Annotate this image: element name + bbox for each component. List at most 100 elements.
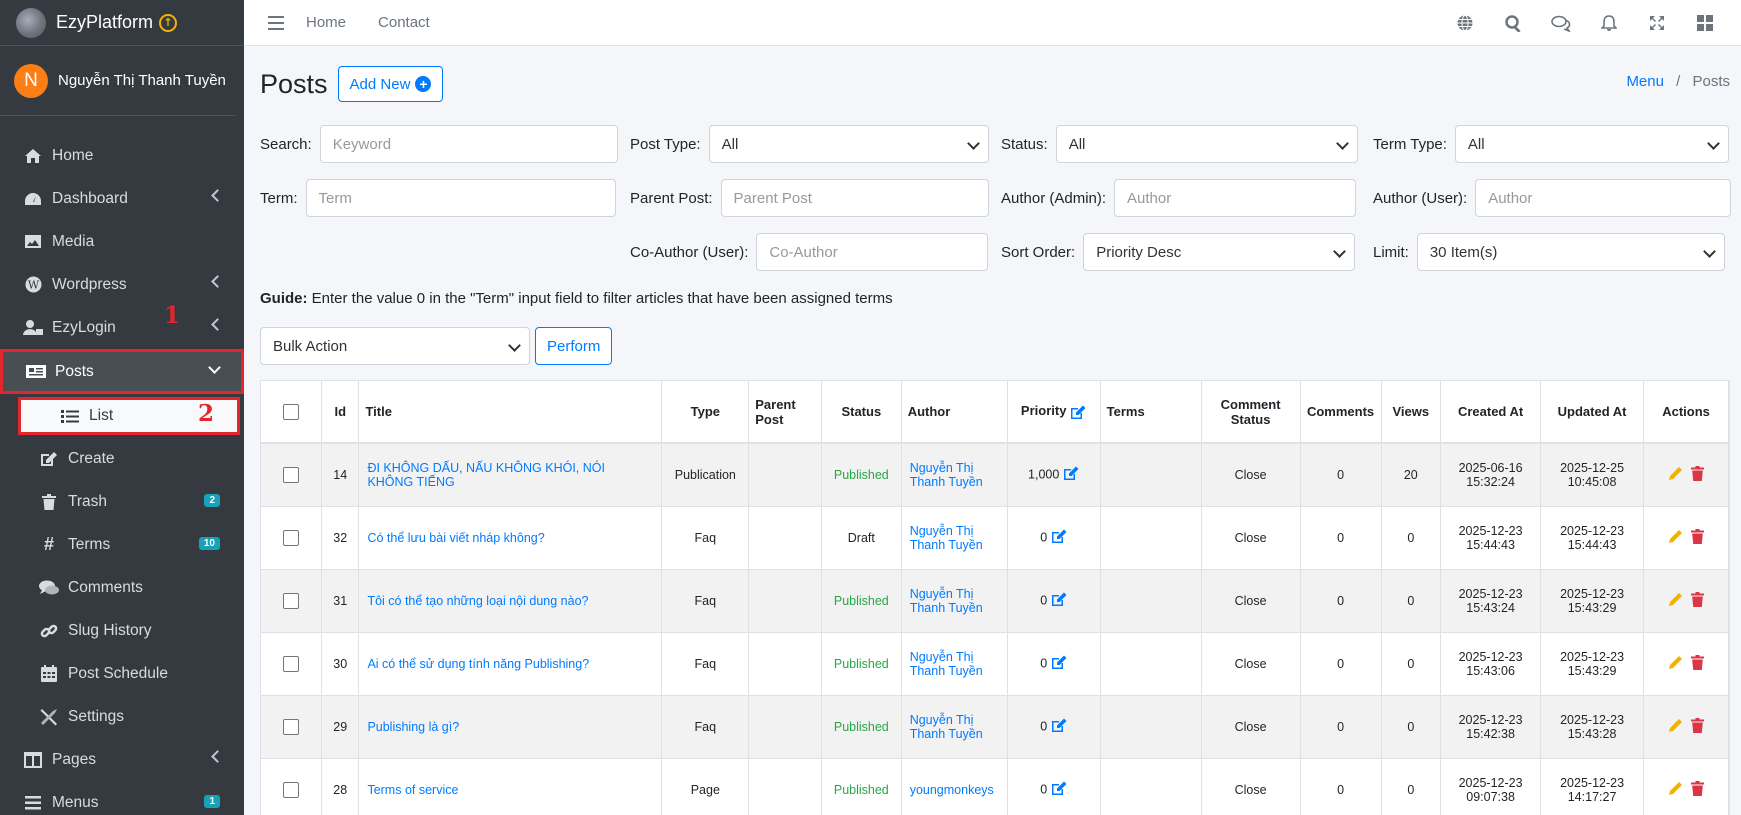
row-checkbox[interactable] <box>283 466 300 483</box>
col-status[interactable]: Status <box>821 381 902 444</box>
cell-updated-at: 2025-12-23 15:43:29 <box>1540 568 1645 632</box>
sort-order-select[interactable]: Priority Desc <box>1083 233 1356 271</box>
row-checkbox[interactable] <box>283 592 300 609</box>
col-type[interactable]: Type <box>661 381 750 444</box>
comments-icon[interactable] <box>1537 15 1585 32</box>
user-name[interactable]: Nguyễn Thị Thanh Tuyền <box>58 72 226 89</box>
sidebar-item-home[interactable]: Home <box>0 134 244 177</box>
sidebar-item-trash[interactable]: Trash 2 <box>0 480 244 523</box>
bell-icon[interactable] <box>1585 14 1633 32</box>
sidebar-item-create[interactable]: Create <box>0 437 244 480</box>
sidebar-item-ezylogin[interactable]: EzyLogin <box>0 306 244 349</box>
search-icon[interactable] <box>1489 14 1537 32</box>
author-link[interactable]: youngmonkeys <box>910 783 994 797</box>
post-title-link[interactable]: ĐI KHÔNG DẤU, NẤU KHÔNG KHÓI, NÓI KHÔNG … <box>367 461 605 489</box>
breadcrumb-menu-link[interactable]: Menu <box>1626 73 1664 90</box>
term-type-select[interactable]: All <box>1454 125 1729 163</box>
delete-trash-icon[interactable] <box>1691 528 1705 547</box>
post-title-link[interactable]: Terms of service <box>367 783 458 797</box>
brand[interactable]: EzyPlatform ↑ <box>0 0 244 46</box>
sidebar-item-terms[interactable]: # Terms 10 <box>0 523 244 566</box>
newspaper-icon <box>25 364 47 380</box>
edit-priority-icon[interactable] <box>1051 592 1067 610</box>
delete-trash-icon[interactable] <box>1691 654 1705 673</box>
edit-priority-icon[interactable] <box>1051 529 1067 547</box>
sidebar-item-menus[interactable]: Menus 1 <box>0 781 244 815</box>
delete-trash-icon[interactable] <box>1691 591 1705 610</box>
post-title-link[interactable]: Ai có thể sử dụng tính năng Publishing? <box>367 657 589 671</box>
author-link[interactable]: Nguyễn Thị Thanh Tuyền <box>910 524 983 552</box>
delete-trash-icon[interactable] <box>1691 780 1705 799</box>
fullscreen-icon[interactable] <box>1633 15 1681 31</box>
comments-icon <box>38 580 60 596</box>
row-checkbox[interactable] <box>283 718 300 735</box>
bulk-action-select[interactable]: Bulk Action <box>260 327 530 365</box>
grid-icon[interactable] <box>1681 15 1729 31</box>
sidebar-item-wordpress[interactable]: W Wordpress <box>0 263 244 306</box>
sidebar-item-comments[interactable]: Comments <box>0 566 244 609</box>
row-checkbox[interactable] <box>283 529 300 546</box>
col-comment-status[interactable]: Comment Status <box>1201 381 1301 444</box>
edit-pencil-icon[interactable] <box>1668 592 1683 610</box>
search-input[interactable]: Keyword <box>319 125 618 163</box>
author-link[interactable]: Nguyễn Thị Thanh Tuyền <box>910 713 983 741</box>
author-link[interactable]: Nguyễn Thị Thanh Tuyền <box>910 650 983 678</box>
add-new-button[interactable]: Add New + <box>337 66 444 102</box>
limit-select[interactable]: 30 Item(s) <box>1416 233 1725 271</box>
col-title[interactable]: Title <box>358 381 663 444</box>
col-priority[interactable]: Priority <box>1007 381 1101 444</box>
post-title-link[interactable]: Publishing là gì? <box>367 720 459 734</box>
post-type-select[interactable]: All <box>708 125 989 163</box>
edit-priority-icon[interactable] <box>1051 718 1067 736</box>
sidebar-item-pages[interactable]: Pages <box>0 738 244 781</box>
edit-pencil-icon[interactable] <box>1668 781 1683 799</box>
edit-pencil-icon[interactable] <box>1668 529 1683 547</box>
globe-icon[interactable] <box>1441 15 1489 31</box>
sidebar-item-slug-history[interactable]: Slug History <box>0 609 244 652</box>
term-input[interactable]: Term <box>305 179 616 217</box>
sidebar-item-settings[interactable]: Settings <box>0 695 244 738</box>
status-select[interactable]: All <box>1055 125 1358 163</box>
post-title-link[interactable]: Tôi có thể tạo những loại nội dung nào? <box>367 594 588 608</box>
col-author[interactable]: Author <box>901 381 1008 444</box>
edit-priority-icon[interactable] <box>1063 466 1079 484</box>
topbar-link-contact[interactable]: Contact <box>378 14 430 31</box>
perform-button[interactable]: Perform <box>535 327 613 365</box>
topbar-link-home[interactable]: Home <box>306 14 346 31</box>
col-terms[interactable]: Terms <box>1100 381 1202 444</box>
col-views[interactable]: Views <box>1381 381 1442 444</box>
select-all-checkbox[interactable] <box>283 403 300 420</box>
edit-priority-icon[interactable] <box>1070 405 1086 420</box>
sidebar-item-posts[interactable]: Posts <box>0 349 244 394</box>
sidebar-item-post-schedule[interactable]: Post Schedule <box>0 652 244 695</box>
bulk-action-bar: Bulk Action Perform <box>260 327 613 365</box>
parent-post-input[interactable]: Parent Post <box>720 179 989 217</box>
edit-priority-icon[interactable] <box>1051 655 1067 673</box>
hamburger-menu-icon[interactable] <box>268 15 284 30</box>
col-comments[interactable]: Comments <box>1300 381 1382 444</box>
author-link[interactable]: Nguyễn Thị Thanh Tuyền <box>910 587 983 615</box>
edit-priority-icon[interactable] <box>1051 781 1067 799</box>
delete-trash-icon[interactable] <box>1691 717 1705 736</box>
col-created-at[interactable]: Created At <box>1440 381 1542 444</box>
co-author-input[interactable]: Co-Author <box>756 233 989 271</box>
col-id[interactable]: Id <box>321 381 360 444</box>
col-updated-at[interactable]: Updated At <box>1540 381 1645 444</box>
edit-pencil-icon[interactable] <box>1668 718 1683 736</box>
upgrade-arrow-icon[interactable]: ↑ <box>159 13 178 32</box>
user-panel[interactable]: N Nguyễn Thị Thanh Tuyền <box>0 46 236 116</box>
edit-pencil-icon[interactable] <box>1668 655 1683 673</box>
edit-pencil-icon[interactable] <box>1668 466 1683 484</box>
row-checkbox[interactable] <box>283 655 300 672</box>
col-parent-post[interactable]: Parent Post <box>748 381 822 444</box>
author-user-input[interactable]: Author <box>1475 179 1732 217</box>
author-link[interactable]: Nguyễn Thị Thanh Tuyền <box>910 461 983 489</box>
sidebar-item-media[interactable]: Media <box>0 220 244 263</box>
author-admin-input[interactable]: Author <box>1114 179 1357 217</box>
sidebar-item-dashboard[interactable]: Dashboard <box>0 177 244 220</box>
row-checkbox[interactable] <box>283 781 300 798</box>
delete-trash-icon[interactable] <box>1691 465 1705 484</box>
cell-terms <box>1100 505 1202 569</box>
post-title-link[interactable]: Có thể lưu bài viết nháp không? <box>367 531 544 545</box>
sort-order-label: Sort Order: <box>1001 243 1076 261</box>
